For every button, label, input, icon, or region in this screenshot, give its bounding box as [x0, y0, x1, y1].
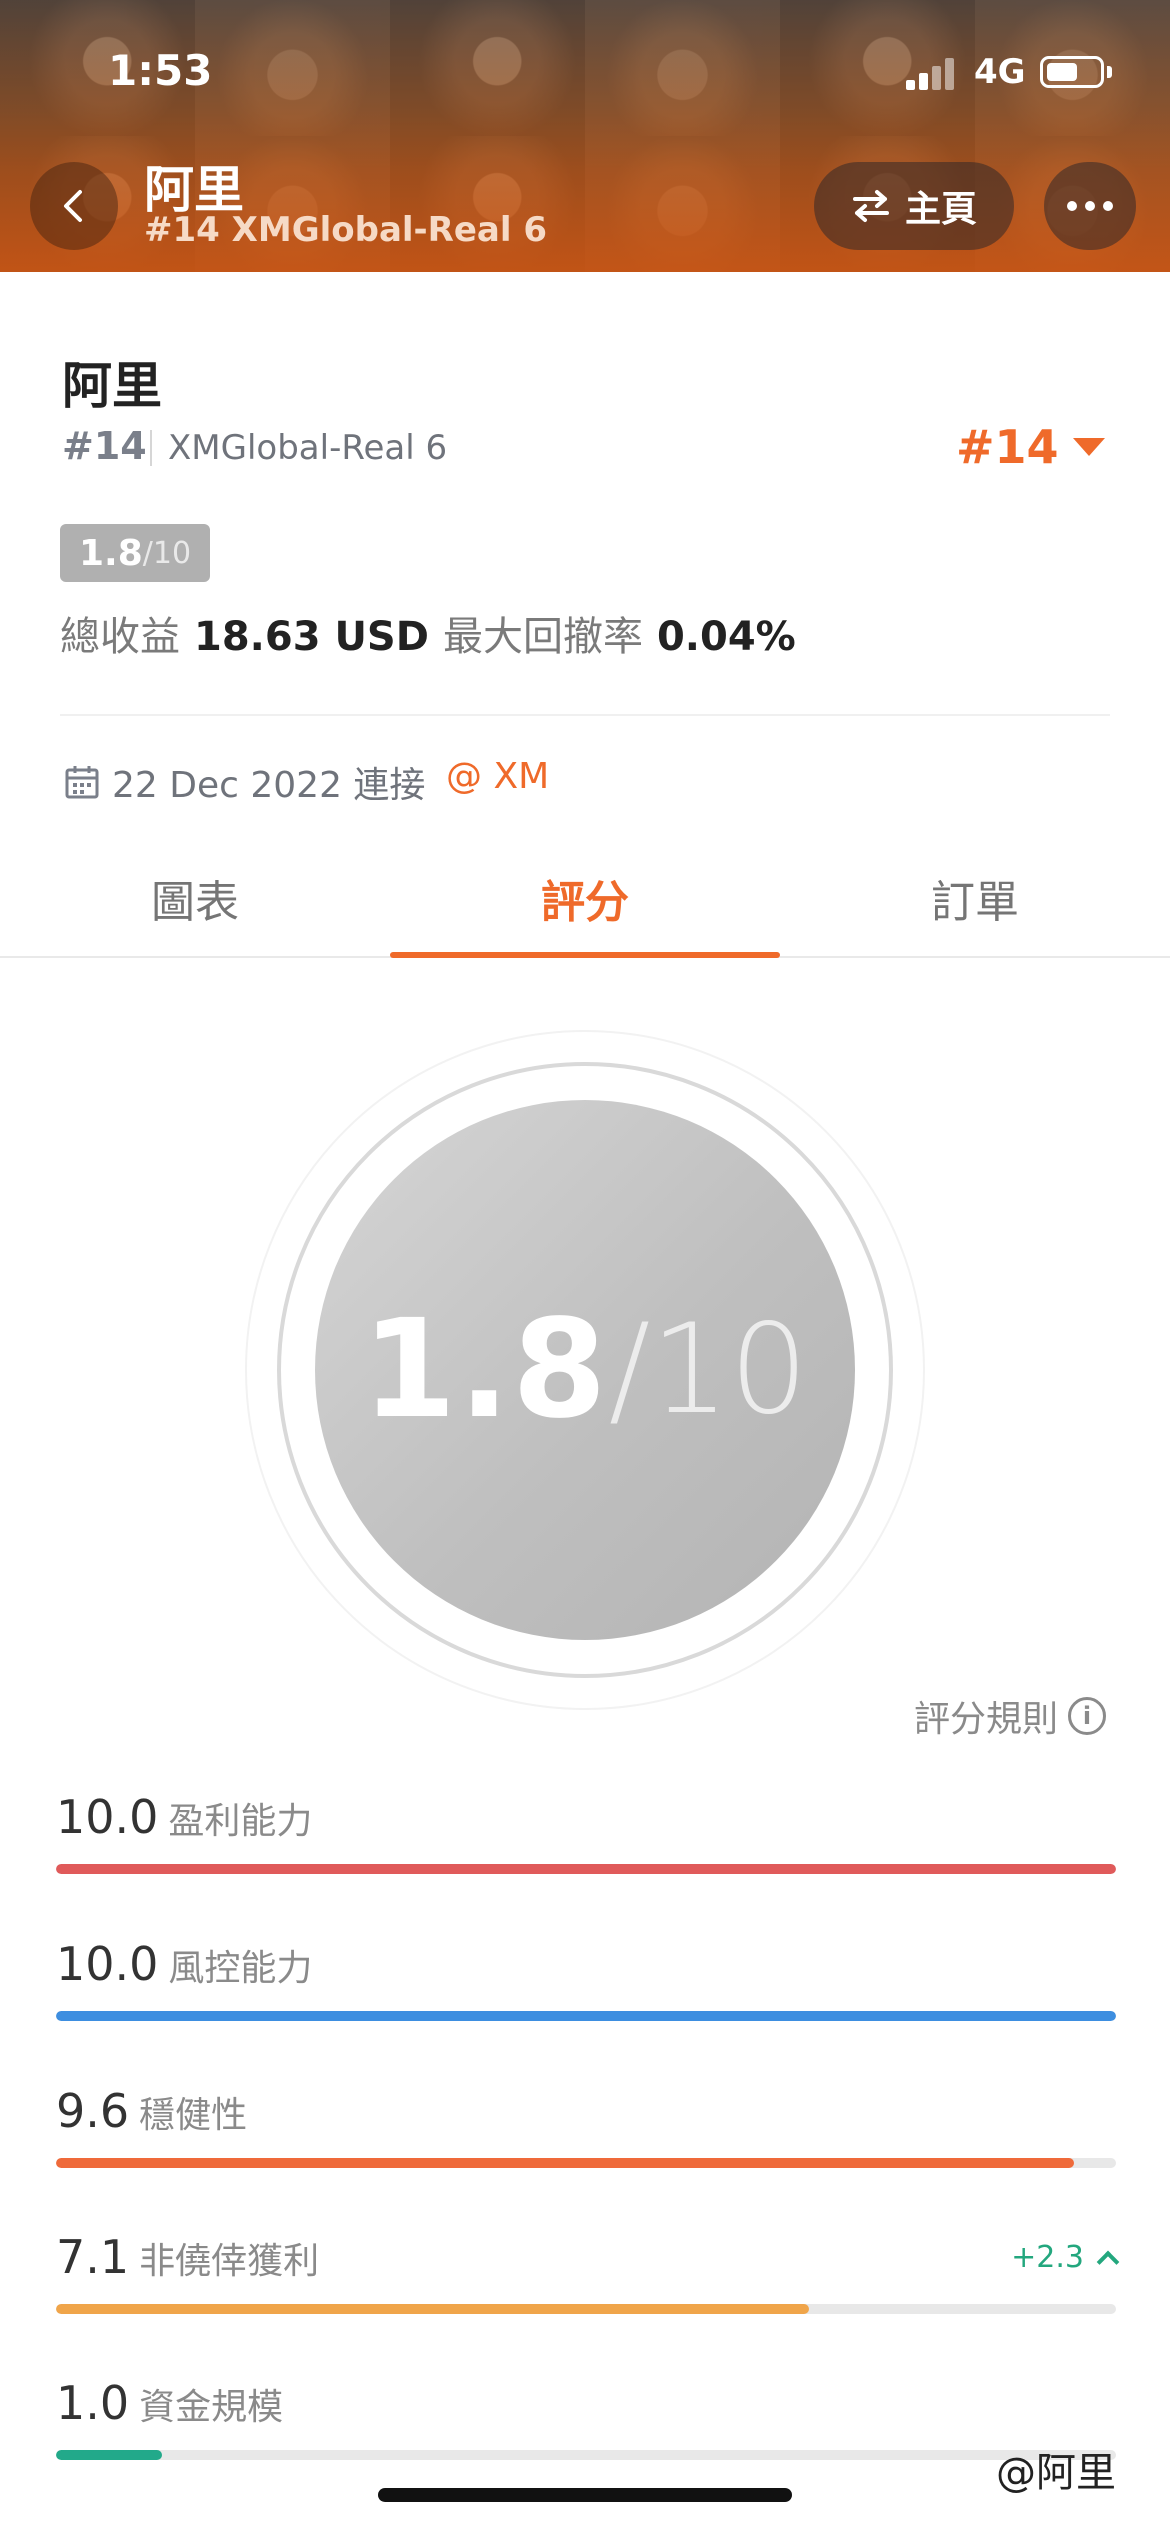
metric-value: 1.0 [56, 2376, 130, 2430]
metric-label: 穩健性 [139, 2095, 248, 2136]
back-button[interactable] [30, 162, 118, 250]
chevron-left-icon [64, 190, 82, 222]
metric-label: 盈利能力 [168, 1801, 313, 1842]
metric-delta: +2.3 [1011, 2240, 1084, 2275]
broker-link[interactable]: @ XM [446, 756, 549, 797]
caret-down-icon [1072, 438, 1105, 456]
metric-bar-track [56, 2158, 1116, 2168]
stats-line: 總收益 18.63 USD 最大回撤率 0.04% [60, 604, 796, 662]
total-profit-label: 總收益 [60, 614, 180, 660]
metric-label: 資金規模 [139, 2387, 284, 2428]
score-badge-denominator: /10 [142, 535, 192, 571]
more-dot [1085, 201, 1095, 211]
tab-bar: 圖表 評分 訂單 [0, 840, 1170, 958]
metric-bar-fill [56, 2011, 1116, 2021]
metric-bar-fill [56, 2450, 162, 2460]
score-circle-denominator: /10 [608, 1298, 809, 1442]
metric-capital-scale: 1.0 資金規模 [56, 2376, 1116, 2460]
status-time: 1:53 [108, 46, 213, 95]
metric-bar-fill [56, 2158, 1074, 2168]
metric-bar-fill [56, 2304, 809, 2314]
metric-bar-track [56, 2450, 1116, 2460]
metric-value: 10.0 [56, 1937, 159, 1991]
metric-stability: 9.6 穩健性 [56, 2084, 1116, 2168]
metric-profitability: 10.0 盈利能力 [56, 1790, 1116, 1874]
metric-bar-track [56, 1864, 1116, 1874]
more-dot [1103, 201, 1113, 211]
tab-score[interactable]: 評分 [390, 840, 780, 958]
calendar-icon [65, 766, 99, 799]
more-dot [1067, 201, 1077, 211]
info-icon: i [1068, 1697, 1107, 1735]
rank-badge-label: #14 [956, 420, 1059, 474]
total-profit-value: 18.63 USD [194, 614, 429, 660]
profile-header: 1:53 4G 阿里 #14 XMGlobal-Real 6 主頁 [0, 0, 1170, 272]
battery-icon [1040, 56, 1104, 88]
metric-bar-track [56, 2304, 1116, 2314]
metric-bar-track [56, 2011, 1116, 2021]
metric-delta-toggle[interactable]: +2.3 [1011, 2240, 1120, 2275]
watermark: @阿里 [996, 2450, 1116, 2496]
rank-divider [150, 430, 152, 466]
max-drawdown-value: 0.04% [656, 614, 796, 660]
home-indicator[interactable] [378, 2488, 792, 2502]
trader-server: XMGlobal-Real 6 [168, 428, 448, 468]
metric-value: 7.1 [56, 2230, 130, 2284]
metric-value: 9.6 [56, 2084, 130, 2138]
score-circle-value: 1.8 [361, 1291, 609, 1449]
tab-orders[interactable]: 訂單 [780, 840, 1170, 956]
score-badge: 1.8/10 [60, 524, 210, 582]
header-subtitle: #14 XMGlobal-Real 6 [144, 210, 547, 250]
metric-label: 非僥倖獲利 [139, 2241, 320, 2282]
battery-tip [1107, 66, 1112, 78]
section-divider [60, 714, 1110, 716]
metric-value: 10.0 [56, 1790, 159, 1844]
score-circle: 1.8/10 [315, 1100, 855, 1640]
connect-date-row: 22 Dec 2022 連接 [64, 756, 425, 808]
metric-non-luck-profit: 7.1 非僥倖獲利 +2.3 [56, 2230, 1120, 2314]
connect-date: 22 Dec 2022 連接 [112, 765, 426, 806]
trader-name: 阿里 [62, 357, 162, 415]
network-label: 4G [974, 52, 1026, 92]
chevron-up-icon [1096, 2250, 1120, 2273]
metric-label: 風控能力 [168, 1948, 313, 1989]
scoring-rules-label: 評分規則 [914, 1699, 1059, 1740]
rank-dropdown[interactable]: #14 [956, 420, 1105, 474]
metric-bar-fill [56, 1864, 1116, 1874]
scoring-rules-link[interactable]: 評分規則 i [914, 1690, 1107, 1742]
signal-icon [906, 56, 956, 90]
swap-icon [852, 190, 889, 222]
trader-rank: #14 [62, 424, 147, 468]
metric-risk-control: 10.0 風控能力 [56, 1937, 1116, 2021]
tab-chart[interactable]: 圖表 [0, 840, 390, 956]
max-drawdown-label: 最大回撤率 [442, 614, 643, 660]
score-badge-value: 1.8 [78, 532, 143, 574]
home-button[interactable]: 主頁 [814, 162, 1014, 250]
more-options-button[interactable] [1044, 162, 1136, 250]
home-button-label: 主頁 [904, 189, 977, 230]
